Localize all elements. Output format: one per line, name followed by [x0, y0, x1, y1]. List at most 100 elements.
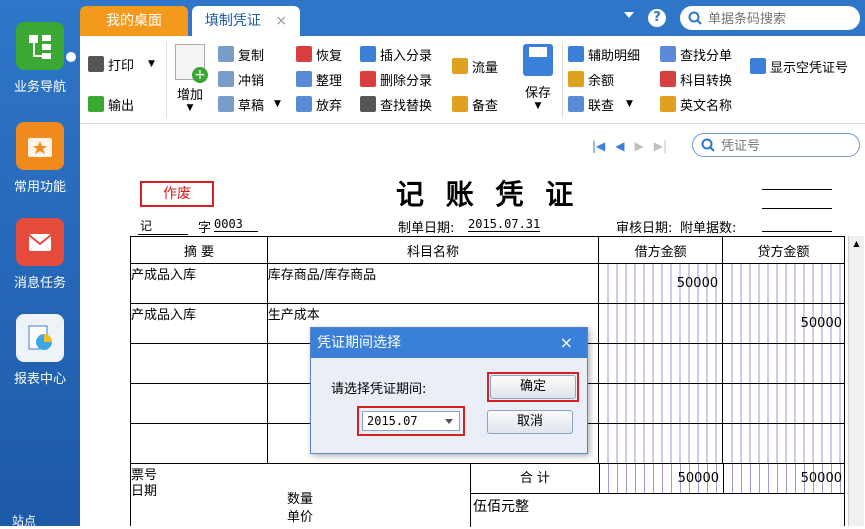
attachments-field[interactable] — [762, 231, 832, 232]
close-icon[interactable]: × — [560, 328, 573, 358]
period-select[interactable]: 2015.07 — [362, 411, 460, 431]
vertical-scrollbar[interactable]: ▲ — [848, 236, 864, 526]
reverse-button[interactable]: 冲销 — [218, 69, 264, 89]
summary-cell[interactable] — [130, 423, 268, 464]
scroll-up-icon[interactable]: ▲ — [849, 239, 864, 248]
draft-button[interactable]: 草稿 ▼ — [218, 94, 281, 114]
show-empty-voucher-button[interactable]: 显示空凭证号 — [750, 56, 848, 76]
save-icon — [523, 44, 553, 76]
delete-entry-button[interactable]: 删除分录 — [360, 69, 432, 89]
debit-cell[interactable] — [598, 423, 724, 464]
flow-button[interactable]: 流量 — [452, 56, 498, 76]
last-record-icon[interactable]: ▶| — [654, 139, 667, 153]
remark-icon — [452, 96, 468, 112]
button-label: 余额 — [588, 73, 615, 89]
button-label: 放弃 — [316, 98, 343, 114]
aux-detail-icon — [568, 46, 584, 62]
divider — [762, 189, 832, 190]
nav-messages[interactable]: 消息任务 — [0, 218, 80, 291]
credit-cell[interactable] — [722, 423, 845, 464]
toolbar: 打印 ▼ 输出 + 增加 ▼ 复制 冲销 草稿 ▼ 恢复 整理 放弃 插入分录 删除… — [80, 36, 865, 124]
nav-common[interactable]: 常用功能 — [0, 122, 80, 195]
aux-detail-button[interactable]: 辅助明细 — [568, 44, 640, 64]
zi-label: 字 — [198, 221, 212, 236]
tab-voucher[interactable]: 填制凭证 × — [192, 6, 300, 36]
save-button[interactable]: 保存 ▼ — [518, 44, 558, 111]
search-input[interactable] — [708, 10, 848, 26]
tab-bar: 我的桌面 填制凭证 × ? — [80, 0, 865, 36]
voucher-number-field[interactable]: 0003 — [214, 217, 258, 232]
ok-button[interactable]: 确定 — [490, 375, 576, 399]
summary-cell[interactable]: 产成品入库 — [130, 303, 268, 344]
nav-reports[interactable]: 报表中心 — [0, 314, 80, 387]
chevron-down-icon[interactable] — [445, 419, 453, 424]
period-select-dialog: 凭证期间选择 × 请选择凭证期间: 2015.07 确定 取消 — [310, 327, 588, 454]
first-record-icon[interactable]: |◀ — [592, 139, 605, 153]
summary-cell[interactable]: 产成品入库 — [130, 263, 268, 304]
voucher-area: |◀ ◀ ▶ ▶| 作废 记 账 凭 证 记 字 0003 制单日期: 2015… — [80, 125, 865, 527]
reverse-icon — [218, 71, 234, 87]
subject-cell[interactable]: 库存商品/库存商品 — [266, 263, 600, 304]
copy-button[interactable]: 复制 — [218, 44, 264, 64]
close-icon[interactable]: × — [275, 13, 287, 29]
export-button[interactable]: 输出 — [88, 94, 134, 114]
chevron-down-icon[interactable] — [66, 52, 76, 62]
nav-label: 报表中心 — [13, 372, 66, 387]
insert-entry-icon — [360, 46, 376, 62]
remark-button[interactable]: 备查 — [452, 94, 498, 114]
debit-cell[interactable]: 50000 — [598, 263, 724, 304]
abandon-icon — [296, 96, 312, 112]
summary-cell[interactable] — [130, 383, 268, 424]
credit-cell[interactable]: 50000 — [722, 303, 845, 344]
credit-cell[interactable] — [722, 383, 845, 424]
summary-cell[interactable] — [130, 343, 268, 384]
abandon-button[interactable]: 放弃 — [296, 94, 342, 114]
cancel-button[interactable]: 取消 — [487, 410, 573, 434]
search-icon — [688, 11, 702, 25]
button-label: 流量 — [472, 60, 499, 76]
button-label: 英文名称 — [680, 98, 733, 114]
print-button[interactable]: 打印 ▼ — [88, 54, 155, 74]
date-field[interactable]: 2015.07.31 — [468, 217, 540, 232]
header-subject: 科目名称 — [266, 236, 600, 264]
help-icon[interactable]: ? — [648, 9, 666, 27]
voucher-search-input[interactable] — [721, 137, 841, 153]
debit-cell[interactable] — [598, 383, 724, 424]
tab-desktop[interactable]: 我的桌面 — [80, 6, 188, 36]
organize-button[interactable]: 整理 — [296, 69, 342, 89]
voucher-type-field[interactable]: 记 — [138, 217, 188, 235]
nav-label: 常用功能 — [13, 180, 66, 195]
linked-query-button[interactable]: 联查 ▼ — [568, 94, 633, 114]
balance-button[interactable]: 余额 — [568, 69, 614, 89]
debit-cell[interactable] — [598, 343, 724, 384]
find-replace-button[interactable]: 查找替换 — [360, 94, 432, 114]
table-row[interactable]: 产成品入库 库存商品/库存商品 50000 — [130, 263, 845, 304]
button-label: 草稿 — [238, 98, 265, 114]
search-box[interactable] — [680, 6, 860, 30]
divider — [762, 208, 832, 209]
voucher-title: 记 账 凭 证 — [396, 178, 580, 211]
debit-cell[interactable] — [598, 303, 724, 344]
english-name-button[interactable]: 英文名称 — [660, 94, 732, 114]
find-entry-button[interactable]: 查找分单 — [660, 44, 732, 64]
prev-record-icon[interactable]: ◀ — [615, 139, 624, 153]
divider — [562, 42, 563, 118]
subject-convert-button[interactable]: 科目转换 — [660, 69, 732, 89]
dropdown-icon[interactable] — [624, 12, 634, 18]
chevron-down-icon: ▼ — [186, 103, 194, 113]
credit-cell[interactable] — [722, 343, 845, 384]
restore-button[interactable]: 恢复 — [296, 44, 342, 64]
add-button[interactable]: + 增加 ▼ — [172, 44, 208, 113]
voucher-search[interactable] — [692, 133, 860, 157]
period-value: 2015.07 — [367, 414, 418, 428]
unit-price-label: 单价 — [287, 510, 314, 525]
insert-entry-button[interactable]: 插入分录 — [360, 44, 432, 64]
find-entry-icon — [660, 46, 676, 62]
dialog-prompt: 请选择凭证期间: — [331, 382, 427, 397]
balance-icon — [568, 71, 584, 87]
credit-cell[interactable] — [722, 263, 845, 304]
button-label: 恢复 — [316, 48, 343, 64]
bottom-nav-item[interactable]: 站点 — [12, 512, 36, 529]
button-label: 删除分录 — [380, 73, 433, 89]
next-record-icon[interactable]: ▶ — [635, 139, 644, 153]
